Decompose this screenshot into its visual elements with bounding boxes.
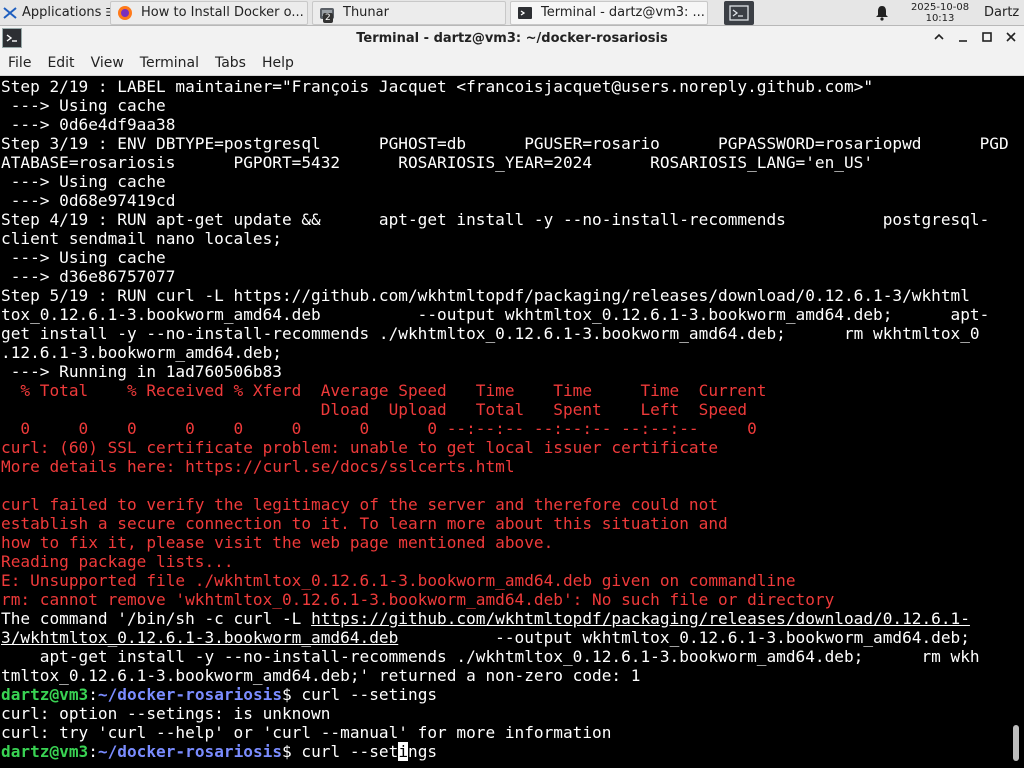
terminal-line: get install -y --no-install-recommends .… [1,324,980,343]
terminal-line: tmltox_0.12.6.1-3.bookworm_amd64.deb;' r… [1,666,641,685]
terminal-line: rm: cannot remove 'wkhtmltox_0.12.6.1-3.… [1,590,835,609]
task-file-manager-label: Thunar [343,5,389,20]
close-icon[interactable] [1002,28,1020,46]
terminal-line: Reading package lists... [1,552,234,571]
task-terminal[interactable]: Terminal - dartz@vm3: ... [510,0,708,25]
window-title: Terminal - dartz@vm3: ~/docker-rosariosi… [356,30,668,46]
terminal-line: 0 0 0 0 0 0 0 0 --:--:-- --:--:-- --:--:… [1,419,757,438]
terminal-line: ---> Using cache [1,248,166,267]
terminal-line: 3/wkhtmltox_0.12.6.1-3.bookworm_amd64.de… [1,628,970,647]
clock-date: 2025-10-08 [910,1,970,13]
prompt-user: dartz@vm3 [1,685,89,704]
scrollbar-thumb[interactable] [1013,725,1019,761]
task-file-manager[interactable]: 2 Thunar [312,0,506,25]
minimize-icon[interactable] [954,28,972,46]
top-panel: Applications ☰ How to Install Docker o..… [0,0,1024,26]
text-cursor: i [398,742,409,761]
terminal-line: ---> Using cache [1,96,166,115]
terminal-launcher-button[interactable] [724,0,754,25]
terminal-line: curl: (60) SSL certificate problem: unab… [1,438,719,457]
command-input-before-cursor: curl --set [301,742,399,761]
terminal-lines: Step 2/19 : LABEL maintainer="François J… [1,77,1008,685]
terminal-line: ---> 0d6e4df9aa38 [1,115,176,134]
terminal-line: Dload Upload Total Spent Left Speed [1,400,748,419]
menu-edit[interactable]: Edit [39,55,82,71]
terminal-line: .12.6.1-3.bookworm_amd64.deb; [1,343,282,362]
terminal-line: ---> Running in 1ad760506b83 [1,362,282,381]
terminal-line: curl failed to verify the legitimacy of … [1,495,719,514]
terminal-line: how to fix it, please visit the web page… [1,533,554,552]
current-prompt-line: dartz@vm3:~/docker-rosariosis$ curl --se… [1,742,438,761]
clock-time: 10:13 [925,12,955,24]
prompt-command: curl --setings [301,685,438,704]
url-link[interactable]: 3/wkhtmltox_0.12.6.1-3.bookworm_amd64.de… [1,628,398,647]
prompt-path: ~/docker-rosariosis [97,685,283,704]
output-line: curl: try 'curl --help' or 'curl --manua… [1,723,612,742]
thunar-icon: 2 [319,5,335,23]
menu-tabs[interactable]: Tabs [207,55,254,71]
terminal-icon [517,5,533,21]
window-terminal-icon[interactable] [2,28,22,48]
command-input-after-cursor: ngs [408,742,438,761]
menu-help[interactable]: Help [254,55,302,71]
terminal-line: apt-get install -y --no-install-recommen… [1,647,980,666]
menu-file[interactable]: File [0,55,39,71]
terminal-line: ---> 0d68e97419cd [1,191,176,210]
applications-menu-button[interactable]: Applications ☰ [0,0,110,26]
panel-clock[interactable]: 2025-10-08 10:13 [904,2,976,24]
task-browser[interactable]: How to Install Docker o... [110,0,308,25]
terminal-line: Step 4/19 : RUN apt-get update && apt-ge… [1,210,990,229]
terminal-line: ---> d36e86757077 [1,267,176,286]
terminal-line: % Total % Received % Xferd Average Speed… [1,381,767,400]
terminal-line: E: Unsupported file ./wkhtmltox_0.12.6.1… [1,571,796,590]
terminal-line: Step 5/19 : RUN curl -L https://github.c… [1,286,970,305]
menu-terminal[interactable]: Terminal [132,55,207,71]
terminal-line: ---> Using cache [1,172,166,191]
task-browser-label: How to Install Docker o... [141,5,304,20]
xfce-logo-icon [2,5,18,21]
terminal-launcher-icon [729,4,749,21]
output-line: curl: option --setings: is unknown [1,704,331,723]
window-titlebar[interactable]: Terminal - dartz@vm3: ~/docker-rosariosi… [0,26,1024,50]
url-link[interactable]: https://github.com/wkhtmltopdf/packaging… [311,609,970,628]
user-menu-button[interactable]: Dartz [984,5,1024,20]
menu-view[interactable]: View [83,55,132,71]
terminal-line: establish a secure connection to it. To … [1,514,728,533]
menubar: File Edit View Terminal Tabs Help [0,50,1024,76]
terminal-line: client sendmail nano locales; [1,229,282,248]
terminal-line: The command '/bin/sh -c curl -L https://… [1,609,970,628]
prompt-line: dartz@vm3:~/docker-rosariosis$ curl --se… [1,685,438,704]
task-terminal-label: Terminal - dartz@vm3: ... [541,5,705,20]
prompt-user: dartz@vm3 [1,742,89,761]
notifications-bell-icon[interactable] [872,5,892,21]
terminal-output[interactable]: Step 2/19 : LABEL maintainer="François J… [0,77,1008,768]
firefox-icon [117,5,133,21]
terminal-scrollbar[interactable] [1008,77,1024,768]
maximize-icon[interactable] [978,28,996,46]
applications-label: Applications [22,5,102,20]
window-count-badge: 2 [323,12,333,23]
prompt-path: ~/docker-rosariosis [97,742,283,761]
terminal-line: Step 3/19 : ENV DBTYPE=postgresql PGHOST… [1,134,1008,153]
chevron-up-icon[interactable] [930,28,948,46]
terminal-line: tox_0.12.6.1-3.bookworm_amd64.deb --outp… [1,305,990,324]
terminal-line: ATABASE=rosariosis PGPORT=5432 ROSARIOSI… [1,153,874,172]
terminal-line: More details here: https://curl.se/docs/… [1,457,515,476]
terminal-line: Step 2/19 : LABEL maintainer="François J… [1,77,874,96]
